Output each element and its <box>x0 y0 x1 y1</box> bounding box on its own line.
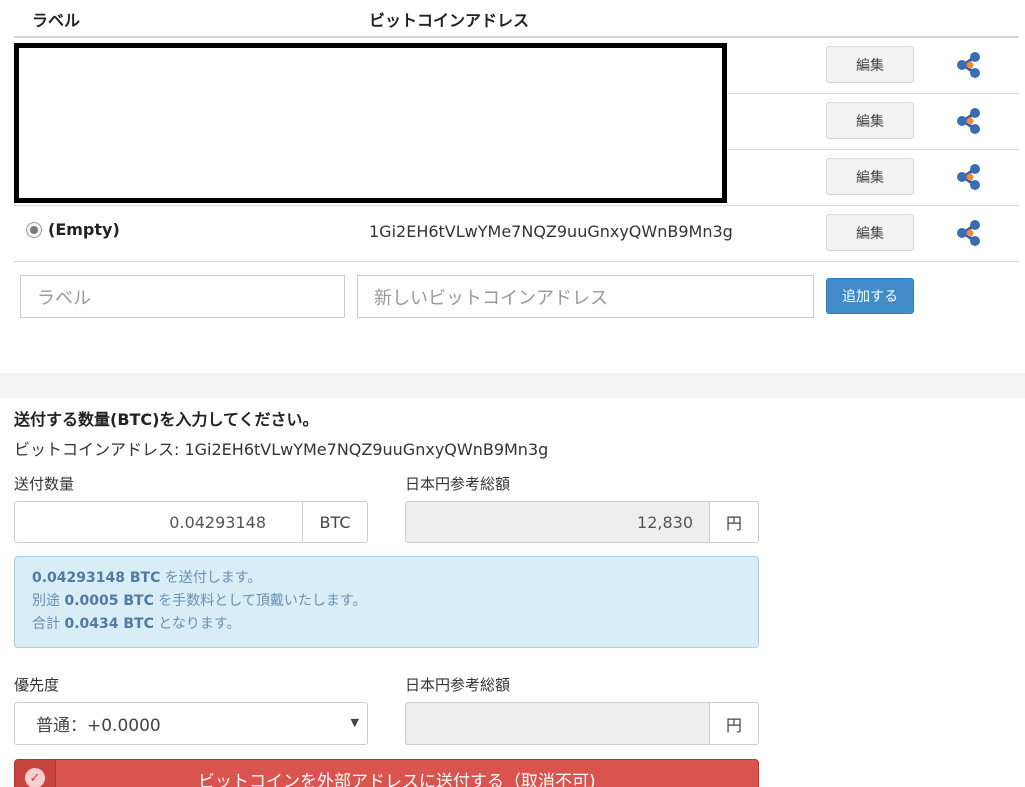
header-address: ビットコインアドレス <box>369 11 530 30</box>
share-nodes-icon[interactable] <box>956 107 982 135</box>
send-button-label: ビットコインを外部アドレスに送付する（取消不可) <box>198 772 596 787</box>
address-book: ラベル ビットコインアドレス 編集 編集 編集 (Empty) 1Gi2EH6t… <box>0 0 1025 373</box>
entry-label: (Empty) <box>48 220 120 239</box>
send-bitcoin-button[interactable]: ✓ ビットコインを外部アドレスに送付する（取消不可) <box>14 759 759 787</box>
entry-address: 1Gi2EH6tVLwYMe7NQZ9uuGnxyQWnB9Mn3g <box>369 222 733 241</box>
send-address-line: ビットコインアドレス: 1Gi2EH6tVLwYMe7NQZ9uuGnxyQWn… <box>14 440 549 459</box>
header-label: ラベル <box>32 11 81 30</box>
jpy-unit: 円 <box>709 501 759 543</box>
amount-label: 送付数量 <box>14 475 75 493</box>
share-nodes-icon[interactable] <box>956 51 982 79</box>
amount-unit: BTC <box>302 501 368 543</box>
share-nodes-icon[interactable] <box>956 163 982 191</box>
summary-line-send: 0.04293148 BTC を送付します。 <box>32 570 262 586</box>
edit-button[interactable]: 編集 <box>826 158 914 195</box>
priority-select[interactable]: 普通：+0.0000 ▼ <box>14 702 368 745</box>
new-label-input[interactable]: ラベル <box>20 275 345 318</box>
check-circle-icon: ✓ <box>25 768 45 787</box>
fee-jpy-unit: 円 <box>709 702 759 745</box>
edit-button[interactable]: 編集 <box>826 102 914 139</box>
jpy-total: 12,830 <box>405 501 710 543</box>
jpy-label: 日本円参考総額 <box>405 475 511 493</box>
edit-button[interactable]: 編集 <box>826 214 914 251</box>
send-button-icon-cell: ✓ <box>15 760 56 787</box>
edit-button[interactable]: 編集 <box>826 46 914 83</box>
priority-label: 優先度 <box>14 676 60 694</box>
add-button[interactable]: 追加する <box>826 278 914 314</box>
address-row-selected: (Empty) 1Gi2EH6tVLwYMe7NQZ9uuGnxyQWnB9Mn… <box>14 205 1019 261</box>
section-divider <box>0 373 1025 398</box>
priority-value: 普通：+0.0000 <box>36 716 161 736</box>
redaction-box <box>14 43 727 203</box>
send-summary-alert: 0.04293148 BTC を送付します。 別途 0.0005 BTC を手数… <box>14 556 759 648</box>
summary-line-total: 合計 0.0434 BTC となります。 <box>32 616 241 632</box>
send-title: 送付する数量(BTC)を入力してください。 <box>14 410 319 429</box>
amount-input[interactable]: 0.04293148 <box>14 501 303 543</box>
row-divider <box>14 261 1019 262</box>
share-nodes-icon[interactable] <box>956 219 982 247</box>
select-radio[interactable] <box>26 222 42 238</box>
summary-line-fee: 別途 0.0005 BTC を手数料として頂戴いたします。 <box>32 593 367 609</box>
fee-jpy-label: 日本円参考総額 <box>405 676 511 694</box>
caret-down-icon: ▼ <box>350 716 359 729</box>
new-address-input[interactable]: 新しいビットコインアドレス <box>357 275 814 318</box>
fee-jpy-total <box>405 702 710 745</box>
